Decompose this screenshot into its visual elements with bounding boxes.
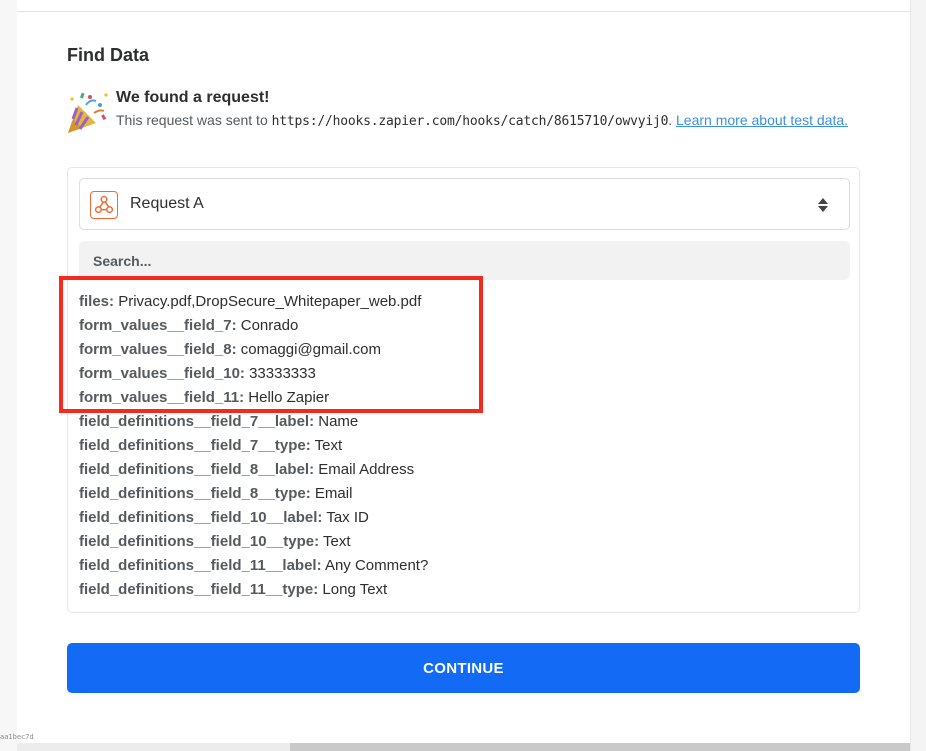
field-row: field_definitions__field_8__type: Email xyxy=(79,482,849,506)
description-text: This request was sent to xyxy=(116,112,272,128)
field-value: Any Comment? xyxy=(324,557,429,574)
up-down-chevron-icon xyxy=(818,198,828,212)
top-divider xyxy=(17,11,910,12)
field-row: field_definitions__field_8__label: Email… xyxy=(79,458,849,482)
webhook-icon xyxy=(90,191,118,219)
field-row: field_definitions__field_10__label: Tax … xyxy=(79,506,849,530)
field-value: Tax ID xyxy=(326,509,369,526)
field-key: field_definitions__field_10__type: xyxy=(79,533,320,550)
build-tag: aa1bec7d xyxy=(0,733,34,741)
continue-button[interactable]: CONTINUE xyxy=(67,643,860,693)
request-select-label: Request A xyxy=(130,195,204,212)
field-value: Email Address xyxy=(318,461,415,478)
party-popper-icon xyxy=(68,92,108,133)
right-edge xyxy=(910,0,926,751)
found-request-description: This request was sent to https://hooks.z… xyxy=(116,109,856,133)
field-key: field_definitions__field_7__type: xyxy=(79,437,311,454)
field-key: field_definitions__field_11__type: xyxy=(79,581,319,598)
field-value: Text xyxy=(322,533,351,550)
field-key: field_definitions__field_8__label: xyxy=(79,461,315,478)
bottom-scroll-area xyxy=(290,743,910,751)
highlight-annotation xyxy=(59,276,483,413)
field-row: field_definitions__field_11__label: Any … xyxy=(79,554,849,578)
description-text-end: . xyxy=(668,112,677,128)
section-title: Find Data xyxy=(67,45,150,65)
field-value: Email xyxy=(314,485,353,502)
search-input[interactable] xyxy=(79,241,850,280)
field-value: Name xyxy=(318,413,359,430)
field-row: field_definitions__field_7__label: Name xyxy=(79,410,849,434)
webhook-url: https://hooks.zapier.com/hooks/catch/861… xyxy=(271,114,669,129)
left-edge xyxy=(0,0,17,751)
field-row: field_definitions__field_11__type: Long … xyxy=(79,578,849,602)
field-key: field_definitions__field_8__type: xyxy=(79,485,311,502)
found-request-title: We found a request! xyxy=(116,89,270,106)
field-value: Text xyxy=(314,437,343,454)
field-key: field_definitions__field_10__label: xyxy=(79,509,323,526)
field-row: field_definitions__field_7__type: Text xyxy=(79,434,849,458)
request-select[interactable]: Request A xyxy=(79,178,850,230)
field-key: field_definitions__field_7__label: xyxy=(79,413,315,430)
field-value: Long Text xyxy=(322,581,388,598)
learn-more-link[interactable]: Learn more about test data. xyxy=(676,112,848,128)
field-row: field_definitions__field_10__type: Text xyxy=(79,530,849,554)
field-key: field_definitions__field_11__label: xyxy=(79,557,322,574)
